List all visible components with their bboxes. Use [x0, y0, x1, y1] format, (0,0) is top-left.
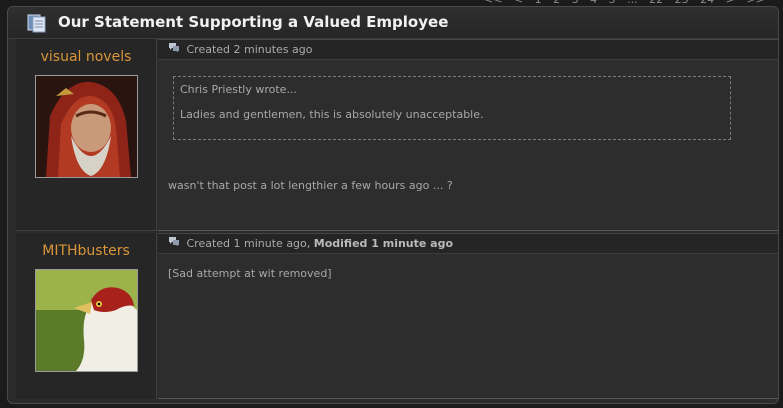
post-modified: Modified 1 minute ago: [313, 237, 454, 250]
author-name[interactable]: visual novels: [16, 49, 156, 65]
quote-text: Ladies and gentlemen, this is absolutely…: [180, 108, 484, 121]
avatar[interactable]: [34, 75, 138, 178]
post: visual novels Created 2 minutes ago Chri…: [16, 39, 778, 231]
quote-block: Chris Priestly wrote... Ladies and gentl…: [173, 76, 731, 140]
thread-title: Our Statement Supporting a Valued Employ…: [58, 13, 449, 31]
author-column: MITHbusters: [16, 233, 157, 399]
post-body: [Sad attempt at wit removed]: [168, 267, 332, 280]
post-body: wasn't that post a lot lengthier a few h…: [168, 179, 453, 192]
post-created: Created 1 minute ago,: [186, 237, 311, 250]
post-content: Created 2 minutes ago Chris Priestly wro…: [158, 39, 778, 231]
author-column: visual novels: [16, 39, 157, 231]
avatar[interactable]: [34, 269, 138, 372]
post-created: Created 2 minutes ago: [186, 43, 313, 56]
divider: [158, 398, 778, 399]
document-icon: [27, 13, 47, 33]
quote-author: Chris Priestly wrote...: [180, 83, 297, 96]
author-name[interactable]: MITHbusters: [16, 243, 156, 259]
comment-icon: [168, 40, 180, 60]
post-meta: Created 2 minutes ago: [158, 39, 778, 60]
thread-panel: Our Statement Supporting a Valued Employ…: [7, 6, 779, 404]
comment-icon: [168, 234, 180, 254]
divider: [158, 230, 778, 231]
thread-header: Our Statement Supporting a Valued Employ…: [8, 7, 778, 39]
post-content: Created 1 minute ago, Modified 1 minute …: [158, 233, 778, 399]
post-meta: Created 1 minute ago, Modified 1 minute …: [158, 233, 778, 254]
post: MITHbusters Created 1 minute ago, Modifi…: [16, 233, 778, 399]
